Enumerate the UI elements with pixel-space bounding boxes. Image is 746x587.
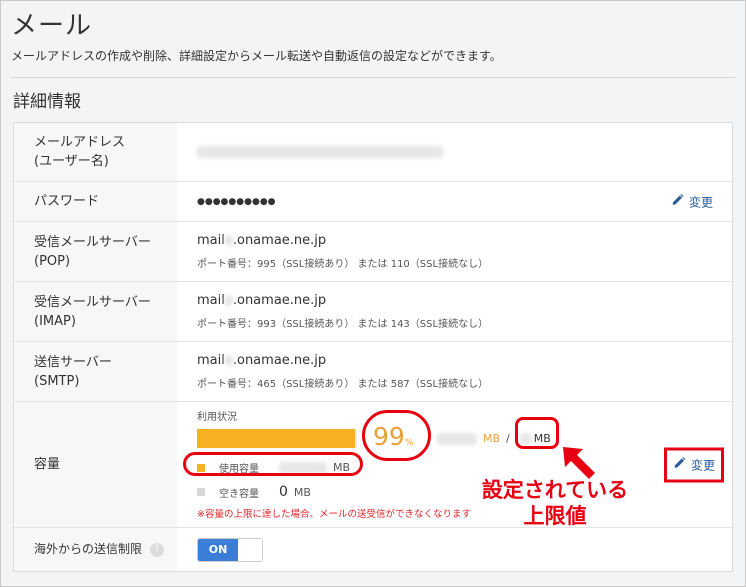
annotation-text: 設定されている 上限値	[471, 477, 639, 529]
free-capacity-unit: MB	[293, 485, 311, 499]
imap-ports: ポート番号：993（SSL接続あり） または 143（SSL接続なし）	[197, 319, 489, 330]
smtp-host-suffix: .onamae.ne.jp	[232, 353, 327, 368]
pop-host-suffix: .onamae.ne.jp	[232, 233, 327, 248]
email-address-value	[177, 123, 732, 181]
password-edit-label: 変更	[688, 195, 713, 209]
pencil-icon	[673, 456, 686, 473]
imap-label-line2: (IMAP)	[34, 313, 76, 329]
imap-label: 受信メールサーバー (IMAP)	[14, 282, 177, 341]
capacity-edit-label: 変更	[690, 458, 715, 472]
annotation-line1: 設定されている	[481, 478, 629, 502]
capacity-label: 容量	[14, 402, 177, 527]
used-highlight	[183, 452, 363, 476]
annotation-line2: 上限値	[523, 504, 587, 528]
section-title: 詳細情報	[13, 92, 81, 112]
overseas-toggle-on: ON	[198, 538, 238, 561]
pop-host-redacted	[224, 235, 233, 246]
limit-highlight	[515, 417, 559, 449]
title-divider	[11, 77, 735, 78]
row-pop-server: 受信メールサーバー (POP) mail .onamae.ne.jp ポート番号：9…	[14, 221, 732, 281]
smtp-label: 送信サーバー (SMTP)	[14, 342, 177, 401]
capacity-value: 利用状況 99% MB / MB 使用容量 MB 空き容量 0 MB ※容量の上…	[177, 402, 732, 527]
percent-highlight	[362, 410, 431, 461]
pop-label: 受信メールサーバー (POP)	[14, 222, 177, 281]
password-label: パスワード	[14, 182, 177, 221]
smtp-ports: ポート番号：465（SSL接続あり） または 587（SSL接続なし）	[197, 379, 489, 390]
usage-slash: /	[506, 432, 510, 445]
pop-label-line1: 受信メールサーバー	[34, 234, 151, 250]
pop-ports: ポート番号：995（SSL接続あり） または 110（SSL接続なし）	[197, 259, 489, 270]
pencil-icon	[671, 193, 684, 210]
free-capacity-value: 0	[279, 484, 288, 500]
email-address-label-line2: (ユーザー名)	[34, 154, 109, 169]
row-password: パスワード ●●●●●●●●●● 変更	[14, 181, 732, 221]
smtp-label-line1: 送信サーバー	[34, 354, 112, 370]
free-legend-swatch	[197, 488, 205, 496]
pop-value: mail .onamae.ne.jp ポート番号：995（SSL接続あり） または…	[177, 222, 732, 281]
email-address-label: メールアドレス (ユーザー名)	[14, 123, 177, 181]
page-description: メールアドレスの作成や削除、詳細設定からメール転送や自動返信の設定などができます…	[11, 49, 502, 63]
usage-status-label: 利用状況	[197, 412, 237, 423]
password-value: ●●●●●●●●●● 変更	[177, 182, 732, 221]
annotation-arrow-icon	[563, 447, 595, 479]
overseas-toggle[interactable]: ON	[197, 537, 263, 562]
overseas-value: ON	[177, 528, 732, 571]
smtp-host-prefix: mail	[197, 353, 225, 368]
free-capacity-label: 空き容量	[219, 488, 259, 500]
password-dots: ●●●●●●●●●●	[197, 196, 276, 207]
usage-bar-fill	[197, 429, 356, 448]
pop-host-prefix: mail	[197, 233, 225, 248]
row-overseas-restriction: 海外からの送信制限 ? ON	[14, 527, 732, 571]
page-title: メール	[11, 11, 93, 41]
usage-bar	[197, 429, 357, 448]
capacity-edit-button[interactable]: 変更	[663, 447, 724, 482]
email-address-redacted	[197, 146, 443, 158]
help-icon[interactable]: ?	[150, 542, 165, 557]
overseas-label-text: 海外からの送信制限	[34, 542, 143, 556]
imap-label-line1: 受信メールサーバー	[34, 294, 151, 310]
imap-host-prefix: mail	[197, 293, 225, 308]
free-capacity: 空き容量 0 MB	[197, 484, 311, 500]
email-address-label-line1: メールアドレス	[34, 135, 126, 150]
pop-label-line2: (POP)	[34, 253, 71, 269]
smtp-host-redacted	[224, 355, 233, 366]
smtp-value: mail .onamae.ne.jp ポート番号：465（SSL接続あり） または…	[177, 342, 732, 401]
row-smtp-server: 送信サーバー (SMTP) mail .onamae.ne.jp ポート番号：465…	[14, 341, 732, 401]
capacity-warning: ※容量の上限に達した場合、メールの送受信ができなくなります	[197, 509, 471, 520]
imap-host-suffix: .onamae.ne.jp	[232, 293, 327, 308]
row-imap-server: 受信メールサーバー (IMAP) mail .onamae.ne.jp ポート番号：…	[14, 281, 732, 341]
used-mb-redacted	[437, 432, 477, 445]
toggle-knob	[238, 538, 262, 561]
row-email-address: メールアドレス (ユーザー名)	[14, 123, 732, 181]
smtp-label-line2: (SMTP)	[34, 373, 80, 389]
imap-value: mail .onamae.ne.jp ポート番号：993（SSL接続あり） または…	[177, 282, 732, 341]
used-mb-unit: MB	[483, 432, 501, 445]
overseas-label: 海外からの送信制限 ?	[14, 528, 177, 571]
password-edit-button[interactable]: 変更	[666, 189, 718, 214]
imap-host-redacted	[224, 295, 233, 306]
